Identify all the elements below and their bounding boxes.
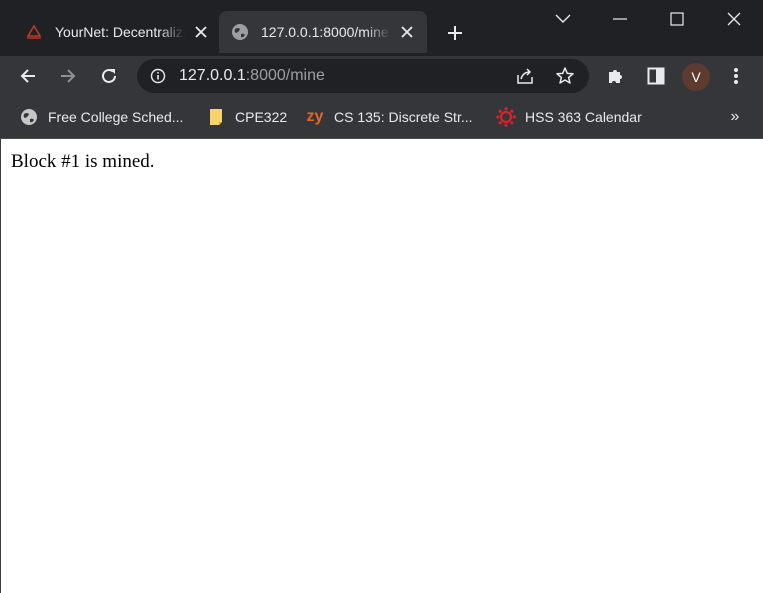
- bookmark-cs135[interactable]: zy CS 135: Discrete Str...: [305, 105, 473, 129]
- tab-title: 127.0.0.1:8000/mine: [261, 24, 389, 40]
- forward-button[interactable]: [52, 60, 84, 92]
- profile-avatar[interactable]: V: [682, 63, 710, 91]
- toolbar: 127.0.0.1:8000/mine V: [0, 56, 763, 97]
- bookmark-label: CPE322: [235, 109, 288, 125]
- close-tab-icon[interactable]: [191, 22, 211, 42]
- canvas-icon: [496, 107, 516, 127]
- zybooks-icon: zy: [306, 108, 324, 125]
- side-panel-button[interactable]: [640, 60, 672, 92]
- close-window-button[interactable]: [706, 0, 762, 38]
- bookmark-label: HSS 363 Calendar: [525, 109, 642, 125]
- maximize-icon: [670, 12, 684, 26]
- menu-button[interactable]: [720, 60, 752, 92]
- plus-icon: [448, 26, 462, 40]
- bookmark-star-icon[interactable]: [555, 66, 575, 86]
- info-icon[interactable]: [149, 67, 167, 85]
- close-tab-icon[interactable]: [397, 22, 417, 42]
- bookmark-cpe322[interactable]: CPE322: [206, 105, 287, 129]
- maximize-button[interactable]: [649, 0, 705, 38]
- globe-icon: [19, 107, 39, 127]
- page-message: Block #1 is mined.: [11, 151, 155, 172]
- minimize-icon: [613, 18, 627, 20]
- tab-search-button[interactable]: [535, 0, 591, 38]
- url-path: :8000/mine: [245, 67, 325, 84]
- kebab-menu-icon: [734, 68, 738, 84]
- globe-icon: [231, 23, 249, 41]
- chevron-down-icon: [555, 14, 571, 23]
- bookmark-hss363-calendar[interactable]: HSS 363 Calendar: [496, 105, 642, 129]
- minimize-button[interactable]: [592, 0, 648, 38]
- more-bookmarks-button[interactable]: »: [724, 105, 746, 129]
- note-icon: [206, 107, 226, 127]
- browser-window: YourNet: Decentralized 127.0.0.1:8000/mi…: [0, 0, 763, 593]
- extensions-button[interactable]: [600, 60, 632, 92]
- address-bar[interactable]: 127.0.0.1:8000/mine: [137, 59, 589, 93]
- reload-icon: [102, 68, 116, 83]
- tab-title: YourNet: Decentralized: [55, 24, 185, 40]
- bookmark-free-college-schedule[interactable]: Free College Sched...: [19, 105, 183, 129]
- bookmarks-bar: Free College Sched... CPE322 zy CS 135: …: [0, 97, 763, 139]
- tab-strip: YourNet: Decentralized 127.0.0.1:8000/mi…: [0, 0, 763, 56]
- page-content: Block #1 is mined.: [0, 139, 763, 593]
- url-text[interactable]: 127.0.0.1:8000/mine: [179, 67, 325, 85]
- back-button[interactable]: [12, 60, 44, 92]
- new-tab-button[interactable]: [441, 19, 469, 47]
- tab-yournet[interactable]: YourNet: Decentralized: [13, 11, 218, 53]
- close-icon: [727, 12, 741, 26]
- puzzle-icon: [609, 70, 622, 83]
- yournet-favicon-icon: [25, 23, 43, 41]
- bookmark-label: CS 135: Discrete Str...: [334, 109, 473, 125]
- side-panel-icon: [647, 67, 665, 85]
- forward-arrow-icon: [61, 69, 76, 83]
- bookmark-label: Free College Sched...: [48, 109, 184, 125]
- tab-mine[interactable]: 127.0.0.1:8000/mine: [219, 11, 427, 53]
- share-icon[interactable]: [515, 66, 535, 86]
- reload-button[interactable]: [93, 60, 125, 92]
- url-host: 127.0.0.1: [179, 67, 246, 84]
- back-arrow-icon: [20, 69, 35, 83]
